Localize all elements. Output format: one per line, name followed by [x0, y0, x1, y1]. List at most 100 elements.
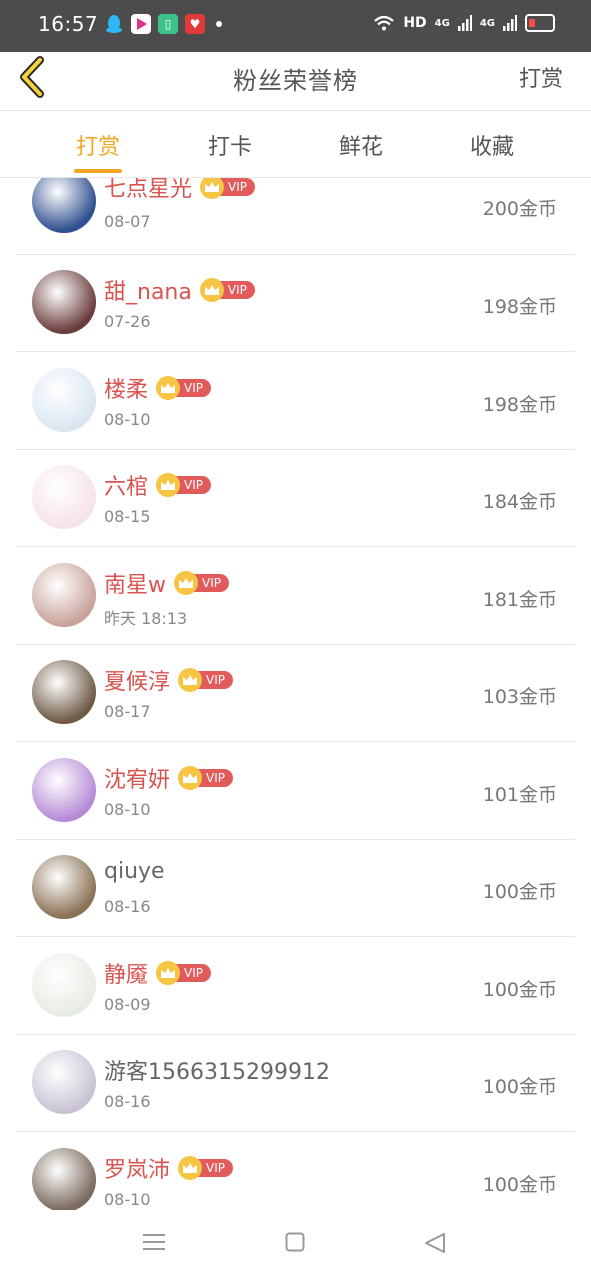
- home-square-icon[interactable]: [285, 1232, 305, 1252]
- fan-date: 08-07: [104, 212, 151, 231]
- fan-name: 沈宥妍: [104, 768, 171, 793]
- vip-badge: VIP: [156, 376, 211, 400]
- signal-2-icon: [503, 15, 517, 31]
- crown-icon: [178, 1156, 203, 1180]
- avatar[interactable]: [32, 465, 96, 529]
- fan-name: qiuye: [104, 859, 165, 884]
- fan-date: 07-26: [104, 312, 151, 331]
- avatar[interactable]: [32, 1050, 96, 1114]
- coin-amount: 198金币: [482, 296, 557, 318]
- vip-badge: VIP: [178, 766, 233, 790]
- coin-amount: 198金币: [482, 394, 557, 416]
- crown-icon: [199, 278, 224, 302]
- menu-icon[interactable]: [143, 1232, 165, 1252]
- heart-app-icon: ♥: [185, 14, 205, 34]
- tab-bar: 打赏 打卡 鲜花 收藏: [0, 111, 591, 178]
- fan-name: 甜_nana: [104, 280, 192, 305]
- signal-2-label: 4G: [479, 17, 495, 29]
- fan-name: 游客1566315299912: [104, 1060, 330, 1085]
- hd-indicator: HD: [403, 15, 427, 31]
- fan-date: 08-17: [104, 702, 151, 721]
- coin-amount: 100金币: [482, 1174, 557, 1196]
- fan-date: 08-10: [104, 1190, 151, 1209]
- qq-icon: [104, 14, 124, 34]
- page-title: 粉丝荣誉榜: [233, 67, 358, 95]
- crown-icon: [156, 473, 181, 497]
- list-item[interactable]: 甜_nana VIP 07-26 198金币: [16, 254, 575, 352]
- fan-date: 昨天 18:13: [104, 609, 188, 628]
- coin-amount: 101金币: [482, 784, 557, 806]
- avatar[interactable]: [32, 368, 96, 432]
- list-item[interactable]: qiuye 08-16 100金币: [16, 839, 575, 937]
- tab-checkin[interactable]: 打卡: [190, 129, 270, 161]
- tab-flowers[interactable]: 鲜花: [321, 129, 401, 161]
- fan-date: 08-09: [104, 995, 151, 1014]
- avatar[interactable]: [32, 758, 96, 822]
- crown-icon: [156, 376, 181, 400]
- coin-amount: 100金币: [482, 881, 557, 903]
- list-item[interactable]: 楼柔 VIP 08-10 198金币: [16, 352, 575, 450]
- list-item[interactable]: 游客1566315299912 08-16 100金币: [16, 1034, 575, 1132]
- avatar[interactable]: [32, 270, 96, 334]
- fan-date: 08-15: [104, 507, 151, 526]
- crown-icon: [156, 961, 181, 985]
- video-app-icon: [131, 14, 151, 34]
- avatar[interactable]: [32, 1148, 96, 1210]
- status-time: 16:57: [38, 12, 99, 36]
- notification-icons: ▯ ♥: [104, 14, 222, 34]
- fan-ranking-list[interactable]: 七点星光 VIP 08-07 200金币 甜_nana VIP 07-26 19…: [16, 178, 575, 1210]
- crown-icon: [178, 766, 203, 790]
- fan-name: 南星w: [104, 573, 166, 598]
- coin-amount: 103金币: [482, 686, 557, 708]
- status-indicators: HD 4G 4G: [373, 14, 555, 32]
- system-nav-bar: [0, 1210, 591, 1280]
- vip-badge: VIP: [178, 668, 233, 692]
- list-item[interactable]: 七点星光 VIP 08-07 200金币: [16, 178, 575, 255]
- active-tab-indicator: [74, 169, 122, 173]
- vip-badge: VIP: [199, 278, 255, 302]
- battery-icon: [525, 14, 555, 32]
- back-triangle-icon[interactable]: [424, 1232, 446, 1254]
- avatar[interactable]: [32, 660, 96, 724]
- list-item[interactable]: 罗岚沛 VIP 08-10 100金币: [16, 1132, 575, 1210]
- fan-name: 静魇: [104, 963, 149, 988]
- crown-icon: [178, 668, 203, 692]
- tab-reward[interactable]: 打赏: [58, 129, 138, 161]
- store-app-icon: ▯: [158, 14, 178, 34]
- avatar[interactable]: [32, 953, 96, 1017]
- coin-amount: 100金币: [482, 1076, 557, 1098]
- list-item[interactable]: 沈宥妍 VIP 08-10 101金币: [16, 742, 575, 840]
- title-bar: 粉丝荣誉榜 打赏: [0, 52, 591, 111]
- list-item[interactable]: 静魇 VIP 08-09 100金币: [16, 937, 575, 1035]
- signal-1-label: 4G: [434, 17, 450, 29]
- fan-date: 08-16: [104, 897, 151, 916]
- vip-badge: VIP: [178, 1156, 233, 1180]
- fan-name: 夏候淳: [104, 670, 171, 695]
- list-item[interactable]: 夏候淳 VIP 08-17 103金币: [16, 644, 575, 742]
- crown-icon: [174, 571, 198, 595]
- fan-name: 楼柔: [104, 378, 149, 403]
- avatar[interactable]: [32, 178, 96, 233]
- avatar[interactable]: [32, 855, 96, 919]
- fan-name: 七点星光: [104, 178, 193, 202]
- signal-1-icon: [457, 15, 472, 31]
- coin-amount: 184金币: [482, 491, 557, 513]
- vip-badge: VIP: [200, 178, 255, 199]
- coin-amount: 100金币: [482, 979, 557, 1001]
- wifi-icon: [374, 15, 395, 31]
- fan-name: 罗岚沛: [104, 1158, 171, 1183]
- fan-name: 六棺: [104, 475, 149, 500]
- vip-badge: VIP: [156, 473, 211, 497]
- vip-badge: VIP: [174, 571, 229, 595]
- avatar[interactable]: [32, 563, 96, 627]
- fan-date: 08-16: [104, 1092, 151, 1111]
- coin-amount: 181金币: [482, 589, 557, 611]
- list-item[interactable]: 南星w VIP 昨天 18:13 181金币: [16, 547, 575, 645]
- fan-date: 08-10: [104, 410, 151, 429]
- more-notifications-dot-icon: [216, 21, 222, 27]
- fan-date: 08-10: [104, 800, 151, 819]
- list-item[interactable]: 六棺 VIP 08-15 184金币: [16, 449, 575, 547]
- reward-button[interactable]: 打赏: [519, 61, 563, 93]
- vip-badge: VIP: [156, 961, 211, 985]
- tab-favorites[interactable]: 收藏: [452, 129, 532, 161]
